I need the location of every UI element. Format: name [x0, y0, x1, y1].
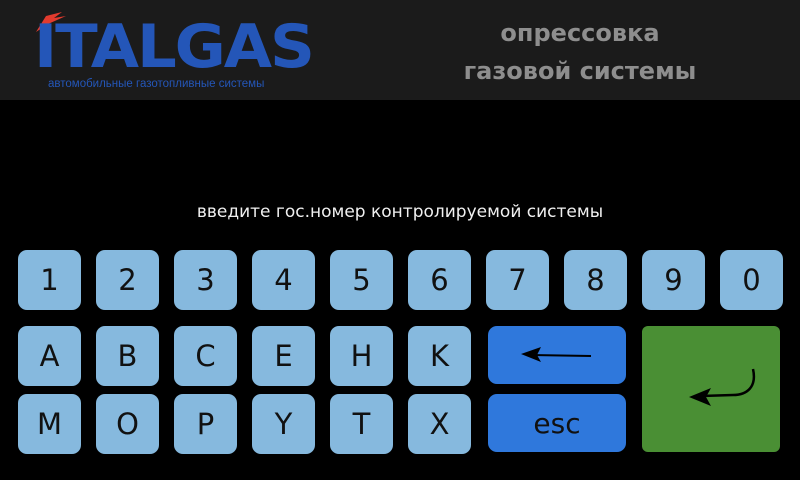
page-title-line2: газовой системы — [463, 57, 697, 85]
esc-button[interactable]: esc — [488, 394, 626, 452]
key-y[interactable]: Y — [252, 394, 315, 454]
enter-arrow-icon — [689, 368, 756, 406]
esc-label: esc — [533, 406, 581, 440]
key-h[interactable]: H — [330, 326, 393, 386]
key-1[interactable]: 1 — [18, 250, 81, 310]
key-7[interactable]: 7 — [486, 250, 549, 310]
key-o[interactable]: O — [96, 394, 159, 454]
key-a[interactable]: A — [18, 326, 81, 386]
key-b[interactable]: B — [96, 326, 159, 386]
key-c[interactable]: C — [174, 326, 237, 386]
key-x[interactable]: X — [408, 394, 471, 454]
page-title: опрессовка газовой системы — [430, 14, 730, 90]
enter-button[interactable] — [642, 326, 780, 452]
key-5[interactable]: 5 — [330, 250, 393, 310]
key-4[interactable]: 4 — [252, 250, 315, 310]
backspace-button[interactable] — [488, 326, 626, 384]
key-9[interactable]: 9 — [642, 250, 705, 310]
page-title-line1: опрессовка — [500, 19, 660, 47]
italgas-logo: ITALGAS автомобильные газотопливные сист… — [28, 8, 368, 94]
key-t[interactable]: T — [330, 394, 393, 454]
key-0[interactable]: 0 — [720, 250, 783, 310]
header-bar: ITALGAS автомобильные газотопливные сист… — [0, 0, 800, 100]
key-8[interactable]: 8 — [564, 250, 627, 310]
key-6[interactable]: 6 — [408, 250, 471, 310]
left-arrow-icon — [521, 347, 592, 362]
key-2[interactable]: 2 — [96, 250, 159, 310]
key-3[interactable]: 3 — [174, 250, 237, 310]
key-m[interactable]: M — [18, 394, 81, 454]
input-prompt: введите гос.номер контролируемой системы — [196, 202, 604, 222]
key-k[interactable]: K — [408, 326, 471, 386]
logo-subtitle: автомобильные газотопливные системы — [48, 78, 265, 90]
logo-wordmark: ITALGAS — [34, 12, 315, 82]
key-e[interactable]: E — [252, 326, 315, 386]
key-p[interactable]: P — [174, 394, 237, 454]
